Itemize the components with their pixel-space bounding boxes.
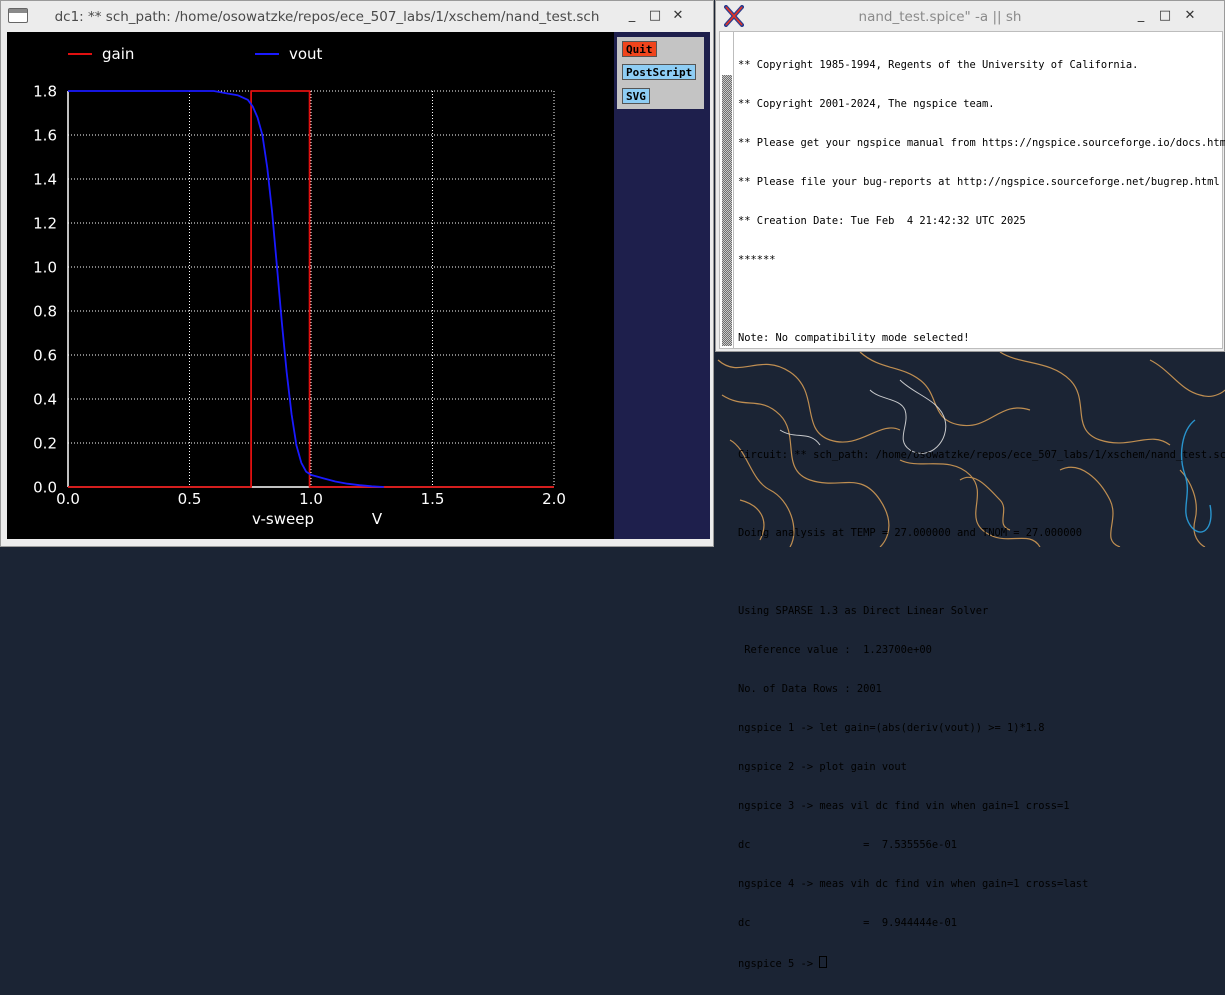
legend-label-vout: vout: [289, 45, 323, 63]
terminal-line: ** Please get your ngspice manual from h…: [738, 137, 1225, 149]
xterm-x-icon[interactable]: [724, 5, 744, 27]
terminal-line: No. of Data Rows : 2001: [738, 683, 882, 695]
close-icon[interactable]: ✕: [1183, 9, 1197, 23]
terminal-prompt-line[interactable]: ngspice 5 ->: [738, 956, 1225, 970]
terminal-line: ** Copyright 2001-2024, The ngspice team…: [738, 98, 995, 110]
terminal-scrollbar-thumb[interactable]: [722, 75, 732, 346]
terminal-line: ngspice 3 -> meas vil dc find vin when g…: [738, 800, 1070, 812]
minimize-icon[interactable]: _: [625, 9, 639, 23]
x-tick-label: 0.0: [56, 490, 80, 508]
y-tick-label: 1.4: [33, 171, 57, 189]
plot-side-panel: Quit PostScript SVG: [614, 32, 710, 539]
terminal-line: ** Please file your bug-reports at http:…: [738, 176, 1220, 188]
x-axis-label: v-sweep: [252, 510, 314, 528]
legend-label-gain: gain: [102, 45, 134, 63]
terminal-line: ** Copyright 1985-1994, Regents of the U…: [738, 59, 1139, 71]
maximize-icon[interactable]: □: [648, 9, 662, 23]
plot-button-group: Quit PostScript SVG: [617, 37, 704, 109]
plot-window: dc1: ** sch_path: /home/osowatzke/repos/…: [0, 0, 714, 547]
svg-export-button[interactable]: SVG: [622, 88, 650, 104]
plot-window-title: dc1: ** sch_path: /home/osowatzke/repos/…: [54, 9, 600, 25]
waveform-chart[interactable]: 0.0 0.5 1.0 1.5 2.0 0.0 0.2 0.4 0.6 0.8 1.0 1.2 1.4 1…: [7, 32, 614, 539]
terminal-window-title: nand_test.spice" -a || sh: [858, 9, 1022, 25]
maximize-icon[interactable]: □: [1158, 9, 1172, 23]
x-tick-label: 1.5: [421, 490, 445, 508]
terminal-line: Reference value : 1.23700e+00: [738, 644, 932, 656]
y-tick-label: 1.6: [33, 127, 57, 145]
y-tick-label: 1.0: [33, 259, 57, 277]
terminal-window: nand_test.spice" -a || sh _ □ ✕ ** Copyr…: [715, 0, 1225, 970]
postscript-button[interactable]: PostScript: [622, 64, 697, 80]
terminal-line: ngspice 4 -> meas vih dc find vin when g…: [738, 878, 1089, 890]
terminal-prompt: ngspice 5 ->: [738, 958, 820, 970]
y-tick-label: 0.4: [33, 391, 57, 409]
window-app-icon[interactable]: [8, 8, 28, 23]
series-line-vout[interactable]: [68, 90, 384, 488]
terminal-window-titlebar[interactable]: nand_test.spice" -a || sh _ □ ✕: [716, 1, 1224, 31]
x-tick-label: 0.5: [178, 490, 202, 508]
plot-area[interactable]: 0.0 0.5 1.0 1.5 2.0 0.0 0.2 0.4 0.6 0.8 1.0 1.2 1.4 1…: [7, 32, 614, 539]
terminal-line: Doing analysis at TEMP = 27.000000 and T…: [738, 527, 1083, 539]
terminal-scrollbar[interactable]: [720, 32, 734, 348]
y-tick-label: 0.2: [33, 435, 57, 453]
y-tick-label: 1.2: [33, 215, 57, 233]
terminal-body[interactable]: ** Copyright 1985-1994, Regents of the U…: [719, 31, 1225, 970]
y-tick-label: 0.0: [33, 479, 57, 497]
terminal-line: ** Creation Date: Tue Feb 4 21:42:32 UTC…: [738, 215, 1026, 227]
terminal-line: dc = 9.944444e-01: [738, 917, 957, 929]
terminal-output[interactable]: ** Copyright 1985-1994, Regents of the U…: [738, 33, 1225, 995]
quit-button[interactable]: Quit: [622, 41, 657, 57]
plot-window-titlebar[interactable]: dc1: ** sch_path: /home/osowatzke/repos/…: [1, 1, 713, 31]
y-tick-label: 0.8: [33, 303, 57, 321]
y-tick-label: 1.8: [33, 83, 57, 101]
terminal-line: ******: [738, 254, 776, 266]
x-tick-label: 1.0: [299, 490, 323, 508]
minimize-icon[interactable]: _: [1134, 9, 1148, 23]
x-axis-unit: V: [372, 510, 383, 528]
terminal-cursor: [819, 956, 828, 968]
terminal-line: Using SPARSE 1.3 as Direct Linear Solver: [738, 605, 989, 617]
terminal-line: Circuit: ** sch_path: /home/osowatzke/re…: [738, 449, 1225, 461]
terminal-line: ngspice 2 -> plot gain vout: [738, 761, 907, 773]
terminal-line: Note: No compatibility mode selected!: [738, 332, 970, 344]
close-icon[interactable]: ✕: [671, 9, 685, 23]
x-tick-label: 2.0: [542, 490, 566, 508]
y-tick-label: 0.6: [33, 347, 57, 365]
terminal-line: dc = 7.535556e-01: [738, 839, 957, 851]
terminal-line: ngspice 1 -> let gain=(abs(deriv(vout)) …: [738, 722, 1045, 734]
